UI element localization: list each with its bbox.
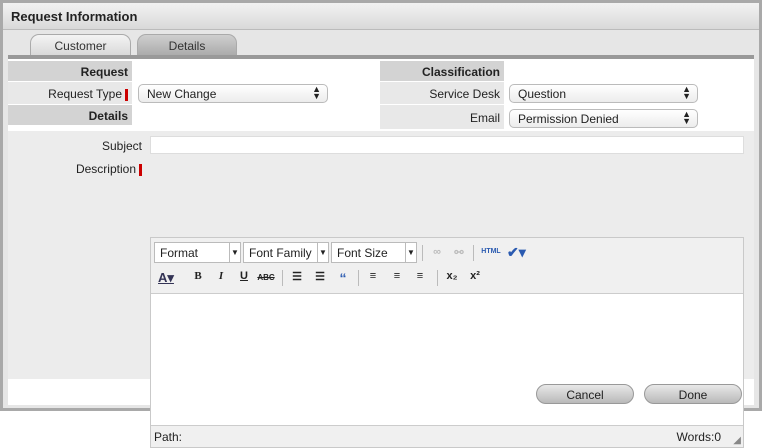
request-type-value: New Change	[147, 87, 217, 101]
updown-arrow-icon: ▲ ▼	[312, 84, 321, 101]
service-desk-select[interactable]: Question ▲ ▼	[509, 84, 698, 103]
email-value: Permission Denied	[518, 112, 619, 126]
request-information-window: Request Information Customer Details Req…	[0, 0, 762, 448]
align-center-icon[interactable]: ≡	[388, 270, 406, 282]
word-count: Words:0	[676, 430, 721, 444]
blockquote-icon[interactable]: “	[334, 270, 352, 286]
html-source-button[interactable]: HTML	[479, 248, 503, 255]
italic-icon[interactable]: I	[212, 270, 230, 282]
caret-down-icon: ▼	[405, 243, 416, 262]
format-dropdown[interactable]: Format ▼	[154, 242, 241, 263]
unlink-icon[interactable]: ⚯	[450, 246, 468, 259]
align-left-icon[interactable]: ≡	[364, 270, 382, 282]
numbered-list-icon[interactable]: ☰	[311, 270, 329, 283]
required-marker	[125, 88, 128, 101]
email-label: Email	[380, 105, 504, 129]
path-label: Path:	[154, 430, 183, 444]
spellcheck-icon[interactable]: ✔▾	[507, 244, 526, 261]
resize-handle-icon[interactable]: ◢	[733, 435, 741, 446]
cancel-button[interactable]: Cancel	[536, 384, 634, 404]
updown-arrow-icon: ▲ ▼	[682, 84, 691, 101]
align-right-icon[interactable]: ≡	[411, 270, 429, 282]
link-icon[interactable]: ∞	[428, 246, 446, 258]
format-text: Format	[160, 246, 199, 260]
font-family-dropdown[interactable]: Font Family ▼	[243, 242, 329, 263]
subject-label: Subject	[101, 139, 142, 153]
strikethrough-icon[interactable]: ABC	[257, 273, 275, 282]
service-desk-label: Service Desk	[380, 82, 504, 104]
details-section-label: Details	[8, 105, 132, 125]
font-family-text: Font Family	[249, 246, 312, 260]
bold-icon[interactable]: B	[189, 270, 207, 282]
bullet-list-icon[interactable]: ☰	[288, 270, 306, 283]
classification-section-label: Classification	[380, 61, 504, 81]
description-section: Subject Description Format ▼ Font Family ▼…	[8, 131, 754, 448]
details-panel: Request Request Type Details New Change ▲…	[8, 55, 754, 448]
window-title: Request Information	[3, 3, 759, 30]
font-size-dropdown[interactable]: Font Size ▼	[331, 242, 417, 263]
request-type-select[interactable]: New Change ▲ ▼	[138, 84, 328, 103]
email-select[interactable]: Permission Denied ▲ ▼	[509, 109, 698, 128]
caret-down-icon: ▼	[229, 243, 240, 262]
tab-details[interactable]: Details	[137, 34, 237, 56]
description-textarea[interactable]	[151, 293, 743, 426]
updown-arrow-icon: ▲ ▼	[682, 109, 691, 126]
subscript-icon[interactable]: x₂	[443, 270, 461, 282]
request-section-label: Request	[8, 61, 132, 81]
description-text: Description	[75, 162, 136, 176]
subject-input[interactable]	[150, 136, 744, 154]
service-desk-value: Question	[518, 87, 567, 101]
done-button[interactable]: Done	[644, 384, 742, 404]
underline-icon[interactable]: U	[235, 270, 253, 282]
caret-down-icon: ▼	[317, 243, 328, 262]
request-type-label: Request Type	[8, 82, 132, 104]
required-marker	[139, 163, 142, 176]
request-type-text: Request Type	[48, 87, 122, 101]
text-color-icon[interactable]: A▾	[157, 270, 175, 286]
tab-customer[interactable]: Customer	[30, 34, 131, 56]
rich-text-editor: Format ▼ Font Family ▼ Font Size ▼ ∞ ⚯ HTML…	[150, 237, 744, 448]
font-size-text: Font Size	[337, 246, 388, 260]
description-label: Description	[8, 162, 146, 176]
superscript-icon[interactable]: x²	[466, 270, 484, 282]
